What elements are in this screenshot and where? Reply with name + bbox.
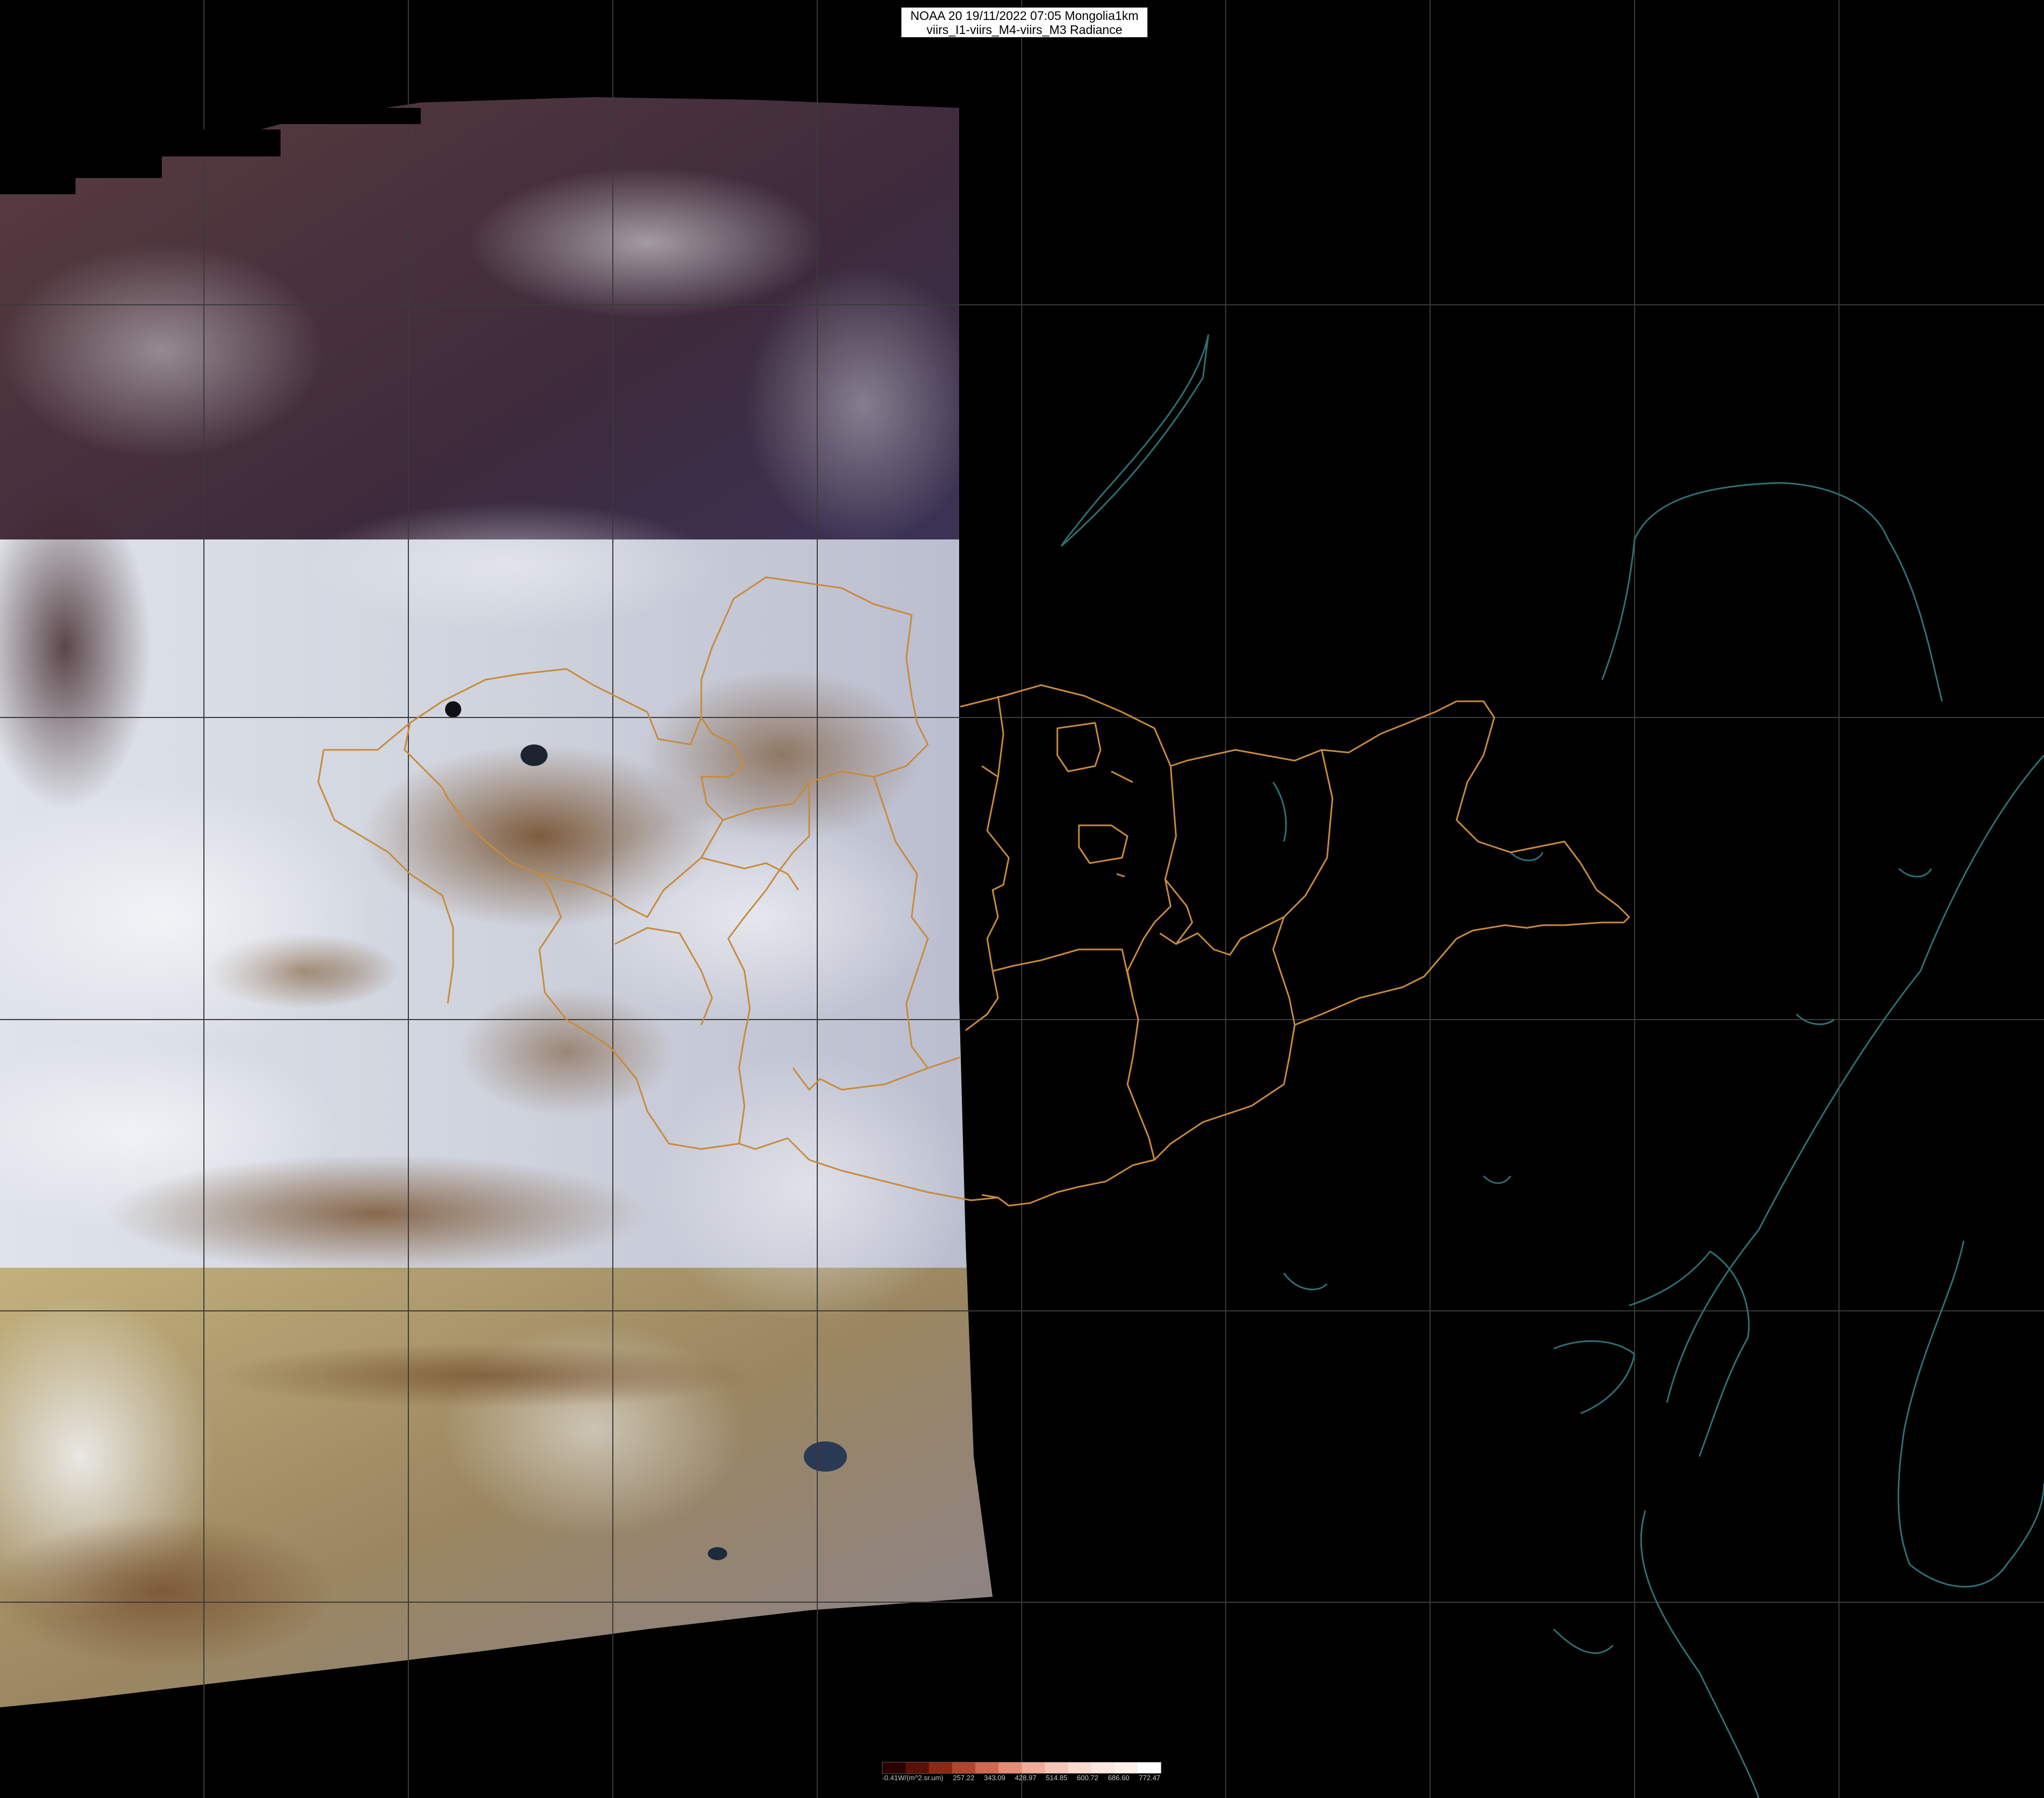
colorbar-tick: 686.60 [1108, 1774, 1130, 1782]
satellite-map [0, 0, 2044, 1798]
colorbar-swatch [883, 1762, 906, 1773]
title-label: NOAA 20 19/11/2022 07:05 Mongolia1km vii… [900, 6, 1149, 38]
colorbar-tick: 428.97 [1015, 1774, 1037, 1782]
coastlines [1061, 334, 2044, 1798]
colorbar-unit-label: -0.41W/(m^2.sr.um) [882, 1774, 944, 1782]
colorbar-tick: 257.22 [953, 1774, 975, 1782]
title-line-1: NOAA 20 19/11/2022 07:05 Mongolia1km [910, 8, 1139, 23]
colorbar-tick: 600.72 [1077, 1774, 1098, 1782]
colorbar-swatch [952, 1762, 975, 1773]
colorbar-swatch [1068, 1762, 1091, 1773]
colorbar-tick: 343.09 [983, 1774, 1006, 1782]
colorbar-swatch [1138, 1762, 1161, 1773]
colorbar: -0.41W/(m^2.sr.um) 257.22 343.09 428.97 … [882, 1762, 1161, 1795]
colorbar-strip [882, 1762, 1161, 1774]
colorbar-swatch [1022, 1762, 1045, 1773]
colorbar-swatch [1091, 1762, 1115, 1773]
colorbar-swatch [929, 1762, 952, 1773]
title-line-2: viirs_I1-viirs_M4-viirs_M3 Radiance [926, 22, 1123, 37]
colorbar-swatch [906, 1762, 929, 1773]
satellite-swath [0, 97, 993, 1707]
colorbar-swatch [1045, 1762, 1068, 1773]
colorbar-tick: 772.47 [1139, 1774, 1160, 1782]
colorbar-tick: 514.85 [1045, 1774, 1068, 1782]
colorbar-swatch [999, 1762, 1022, 1773]
colorbar-labels: -0.41W/(m^2.sr.um) 257.22 343.09 428.97 … [882, 1774, 1160, 1785]
colorbar-swatch [975, 1762, 999, 1773]
colorbar-swatch [1115, 1762, 1138, 1773]
